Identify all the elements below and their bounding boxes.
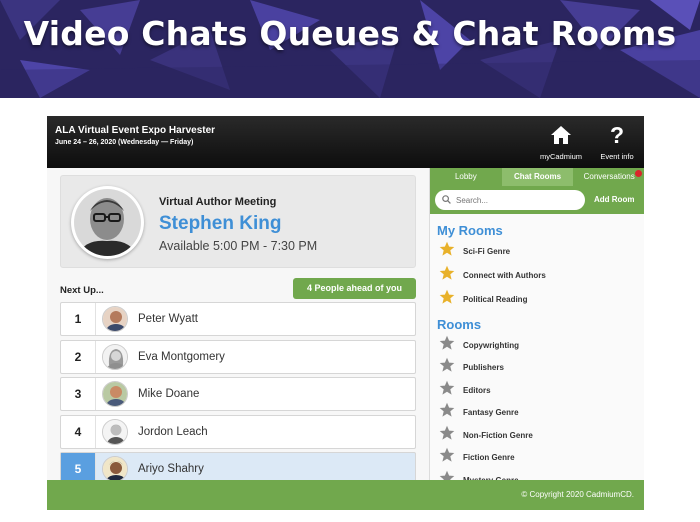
next-up-label: Next Up... (60, 285, 104, 296)
queue-name: Ariyo Shahry (138, 463, 204, 475)
avatar (102, 456, 128, 480)
avatar (102, 343, 128, 370)
queue-name: Mike Doane (138, 388, 200, 400)
room-label: Fiction Genre (463, 453, 515, 462)
star-gray-icon (439, 335, 455, 356)
avatar (102, 306, 128, 332)
event-name: ALA Virtual Event Expo Harvester (55, 125, 216, 136)
queue-row[interactable]: 4 Jordon Leach (60, 414, 416, 449)
room-label: Editors (463, 385, 491, 395)
rooms-heading: Rooms (437, 317, 482, 332)
star-gray-icon (439, 402, 455, 423)
star-gray-icon (439, 425, 455, 446)
tab-label: Conversations (583, 172, 635, 181)
room-item[interactable]: Political Reading (439, 289, 528, 310)
event-info-button[interactable]: ? Event info (591, 122, 643, 161)
tab-chat-rooms[interactable]: Chat Rooms (501, 168, 574, 186)
room-item[interactable]: Editors (439, 380, 491, 401)
room-label: Publishers (463, 363, 504, 372)
queue-row[interactable]: 3 Mike Doane (60, 377, 416, 411)
room-item[interactable]: Fantasy Genre (439, 402, 519, 423)
tab-lobby[interactable]: Lobby (430, 168, 502, 186)
event-info-label: Event info (600, 152, 634, 161)
queue-row-active[interactable]: 5 Ariyo Shahry (60, 452, 416, 480)
slide-title: Video Chats Queues & Chat Rooms (23, 14, 677, 53)
my-cadmium-button[interactable]: myCadmium (535, 122, 587, 161)
question-icon: ? (591, 122, 643, 148)
star-gray-icon (439, 447, 455, 468)
my-rooms-heading: My Rooms (437, 223, 503, 238)
queue-name: Eva Montgomery (138, 350, 225, 363)
author-name: Stephen King (159, 213, 282, 234)
search-box[interactable] (435, 190, 585, 210)
room-label: Connect with Authors (463, 270, 546, 280)
star-gold-icon (439, 289, 455, 310)
availability-time: Available 5:00 PM - 7:30 PM (159, 239, 318, 253)
search-bar: Add Room (430, 186, 644, 214)
queue-list: 1 Peter Wyatt 2 Eva Montgomery 3 Mike Do… (60, 302, 416, 480)
queue-row[interactable]: 1 Peter Wyatt (60, 302, 416, 336)
queue-position: 4 (61, 415, 96, 448)
queue-position: 5 (61, 453, 96, 480)
home-icon (535, 122, 587, 148)
slide-banner: Video Chats Queues & Chat Rooms (0, 0, 700, 98)
room-label: Fantasy Genre (463, 408, 519, 417)
room-item[interactable]: Publishers (439, 357, 504, 378)
star-gray-icon (439, 357, 455, 378)
room-item[interactable]: Fiction Genre (439, 447, 515, 468)
queue-position: 3 (61, 378, 96, 410)
queue-name: Jordon Leach (138, 425, 208, 438)
room-item[interactable]: Non-Fiction Genre (439, 425, 533, 446)
author-photo (71, 186, 144, 259)
room-label: Non-Fiction Genre (463, 430, 533, 440)
queue-row[interactable]: 2 Eva Montgomery (60, 339, 416, 374)
app-window: ALA Virtual Event Expo Harvester June 24… (47, 116, 644, 510)
tab-label: Lobby (454, 172, 477, 181)
search-icon (442, 191, 451, 209)
sidebar-tabs: Lobby Chat Rooms Conversations (430, 168, 644, 186)
event-dates: June 24 – 26, 2020 (Wednesday — Friday) (55, 139, 194, 146)
app-header: ALA Virtual Event Expo Harvester June 24… (47, 116, 644, 168)
room-item[interactable]: Connect with Authors (439, 265, 546, 286)
author-card: Virtual Author Meeting Stephen King Avai… (60, 175, 416, 268)
room-item[interactable]: Mystery Genre (439, 470, 519, 480)
room-label: Political Reading (463, 294, 528, 304)
tab-conversations[interactable]: Conversations (573, 168, 644, 186)
queue-position: 1 (61, 303, 96, 335)
star-gold-icon (439, 241, 455, 262)
copyright-text: © Copyright 2020 CadmiumCD. (521, 490, 634, 499)
people-ahead-badge: 4 People ahead of you (293, 278, 416, 299)
queue-name: Peter Wyatt (138, 313, 198, 325)
avatar (102, 418, 128, 445)
tab-label: Chat Rooms (513, 172, 562, 181)
search-input[interactable] (456, 195, 576, 205)
my-cadmium-label: myCadmium (539, 152, 583, 161)
add-room-button[interactable]: Add Room (594, 195, 634, 204)
question-glyph: ? (609, 122, 625, 148)
app-footer: © Copyright 2020 CadmiumCD. (47, 480, 644, 510)
star-gray-icon (439, 380, 455, 401)
room-label: Copywrighting (463, 340, 519, 350)
room-label: Sci-Fi Genre (463, 246, 511, 256)
room-item[interactable]: Copywrighting (439, 335, 519, 356)
room-item[interactable]: Sci-Fi Genre (439, 241, 511, 262)
queue-position: 2 (61, 340, 96, 373)
meeting-pane: Virtual Author Meeting Stephen King Avai… (47, 168, 429, 480)
meeting-label: Virtual Author Meeting (159, 196, 277, 208)
avatar (102, 381, 128, 407)
chat-sidebar: Lobby Chat Rooms Conversations Add Room … (429, 168, 644, 480)
star-gray-icon (439, 470, 455, 480)
star-gold-icon (439, 265, 455, 286)
notification-badge (635, 170, 643, 177)
